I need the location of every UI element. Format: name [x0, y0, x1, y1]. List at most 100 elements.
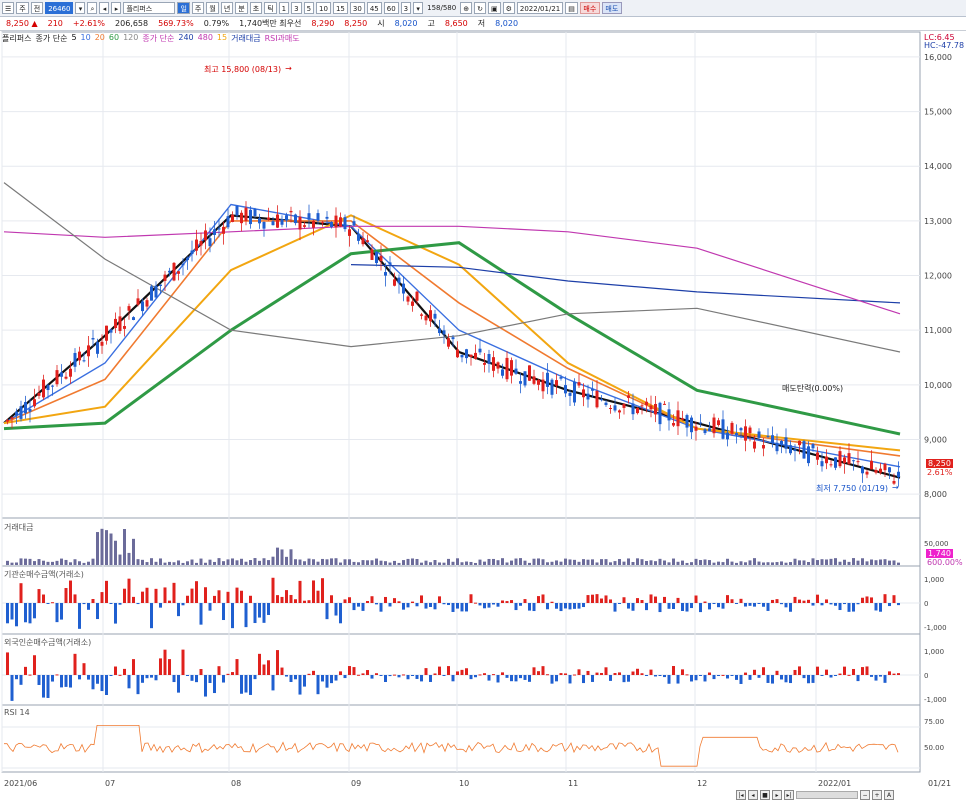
inst-bar: [163, 587, 167, 603]
minute-5-button[interactable]: 5: [303, 2, 315, 14]
low-label: 저: [477, 19, 486, 28]
buy-button[interactable]: 매수: [579, 2, 600, 14]
legend-ma240[interactable]: 240: [178, 33, 193, 44]
candle-body: [127, 306, 131, 311]
save-icon[interactable]: ▣: [487, 2, 501, 14]
period-year-tab[interactable]: 년: [220, 2, 234, 14]
legend-ma120[interactable]: 120: [123, 33, 138, 44]
stock-name-field[interactable]: 플리퍼스: [123, 2, 176, 14]
scrollbar[interactable]: [796, 791, 858, 799]
inst-bar: [240, 590, 243, 603]
prev-arrow-icon[interactable]: ◂: [99, 2, 110, 14]
candle-body: [42, 379, 45, 398]
inst-bar: [415, 603, 419, 607]
scroll-stop-icon[interactable]: ■: [760, 790, 770, 800]
refresh-icon[interactable]: ↻: [474, 2, 486, 14]
search-icon[interactable]: ⌕: [87, 2, 98, 14]
scroll-first-icon[interactable]: |◂: [736, 790, 746, 800]
inst-bar: [87, 603, 90, 610]
volume-bar: [258, 560, 261, 565]
scroll-prev-icon[interactable]: ◂: [748, 790, 758, 800]
candle-body: [514, 368, 518, 374]
period-week-tab[interactable]: 주: [191, 2, 205, 14]
minute-45-button[interactable]: 45: [366, 2, 382, 14]
calendar-icon[interactable]: ▤: [565, 2, 578, 14]
foreign-bar: [690, 675, 693, 682]
candle-body: [123, 326, 126, 329]
legend-ma20[interactable]: 20: [95, 33, 105, 44]
minute-10-button[interactable]: 10: [316, 2, 331, 14]
inst-bar: [28, 603, 32, 624]
date-field[interactable]: 2022/01/21: [516, 2, 564, 14]
next-arrow-icon[interactable]: ▸: [111, 2, 122, 14]
inst-bar: [865, 596, 869, 603]
inst-bar: [640, 600, 644, 603]
candle-body: [775, 442, 779, 452]
candle-body: [663, 403, 666, 405]
stock-code-input[interactable]: 26460: [45, 2, 74, 14]
foreign-bar: [397, 675, 401, 678]
foreign-bar: [550, 675, 554, 684]
inst-bar: [694, 595, 698, 603]
inst-bar: [438, 596, 441, 603]
inst-bar: [213, 595, 216, 603]
inst-bar: [280, 596, 284, 603]
legend-rsi-oversold[interactable]: RSI과매도: [265, 33, 300, 44]
settings-icon[interactable]: ⚙: [502, 2, 515, 14]
candle-body: [654, 403, 657, 415]
volume-bar: [33, 561, 36, 565]
inst-bar: [172, 582, 176, 603]
dropdown-icon[interactable]: ▾: [75, 2, 86, 14]
zoom-icon[interactable]: ⊕: [460, 2, 473, 14]
view-select[interactable]: 전: [30, 2, 44, 14]
font-icon[interactable]: A: [884, 790, 894, 800]
menu-icon[interactable]: ☰: [2, 2, 15, 14]
scroll-last-icon[interactable]: ▸|: [784, 790, 794, 800]
period-tick-tab[interactable]: 틱: [264, 2, 277, 14]
inst-bar: [15, 603, 18, 627]
minute-30-button[interactable]: 30: [349, 2, 365, 14]
volume-bar: [649, 560, 653, 565]
inst-bar: [483, 603, 486, 609]
sell-button[interactable]: 매도: [601, 2, 622, 14]
legend-ma5[interactable]: 5: [71, 33, 76, 44]
inst-bar: [757, 603, 761, 604]
foreign-bar: [393, 674, 396, 676]
scroll-next-icon[interactable]: ▸: [772, 790, 782, 800]
period-day-tab[interactable]: 일: [177, 2, 190, 14]
legend-ma60[interactable]: 60: [109, 33, 119, 44]
market-select[interactable]: 주: [16, 2, 29, 14]
minute-3-button[interactable]: 3: [291, 2, 302, 14]
period-minute-tab[interactable]: 분: [235, 2, 248, 14]
minute-1-button[interactable]: 1: [278, 2, 290, 14]
candle-body: [379, 255, 383, 261]
minute-15-button[interactable]: 15: [332, 2, 348, 14]
candle-body: [627, 395, 630, 398]
zoom-in-icon[interactable]: +: [872, 790, 882, 800]
candle-body: [150, 286, 153, 301]
volume-bar: [703, 559, 707, 565]
count-input[interactable]: 3: [400, 2, 412, 14]
inst-bar: [456, 603, 459, 609]
candle-body: [766, 435, 770, 437]
inst-bar: [348, 597, 351, 603]
period-second-tab[interactable]: 초: [249, 2, 263, 14]
foreign-bar: [136, 675, 140, 695]
candle-body: [510, 360, 513, 376]
period-month-tab[interactable]: 월: [206, 2, 219, 14]
legend-ma10[interactable]: 10: [81, 33, 91, 44]
inst-bar: [6, 603, 9, 624]
volume-bar: [199, 558, 203, 565]
chart-area[interactable]: 16,00015,00014,00013,00012,00011,00010,0…: [0, 0, 966, 802]
volume-bar: [469, 561, 473, 565]
legend-ma15[interactable]: 15: [217, 33, 227, 44]
volume-bar: [528, 562, 531, 565]
zoom-out-icon[interactable]: −: [860, 790, 870, 800]
foreign-bar: [586, 670, 590, 675]
minute-60-button[interactable]: 60: [383, 2, 399, 14]
candle-body: [604, 402, 608, 406]
legend-ma480[interactable]: 480: [198, 33, 213, 44]
legend-volume-amount[interactable]: 거래대금: [231, 33, 260, 44]
x-tick-label: 2022/01: [818, 779, 851, 788]
count-dropdown-icon[interactable]: ▾: [413, 2, 424, 14]
